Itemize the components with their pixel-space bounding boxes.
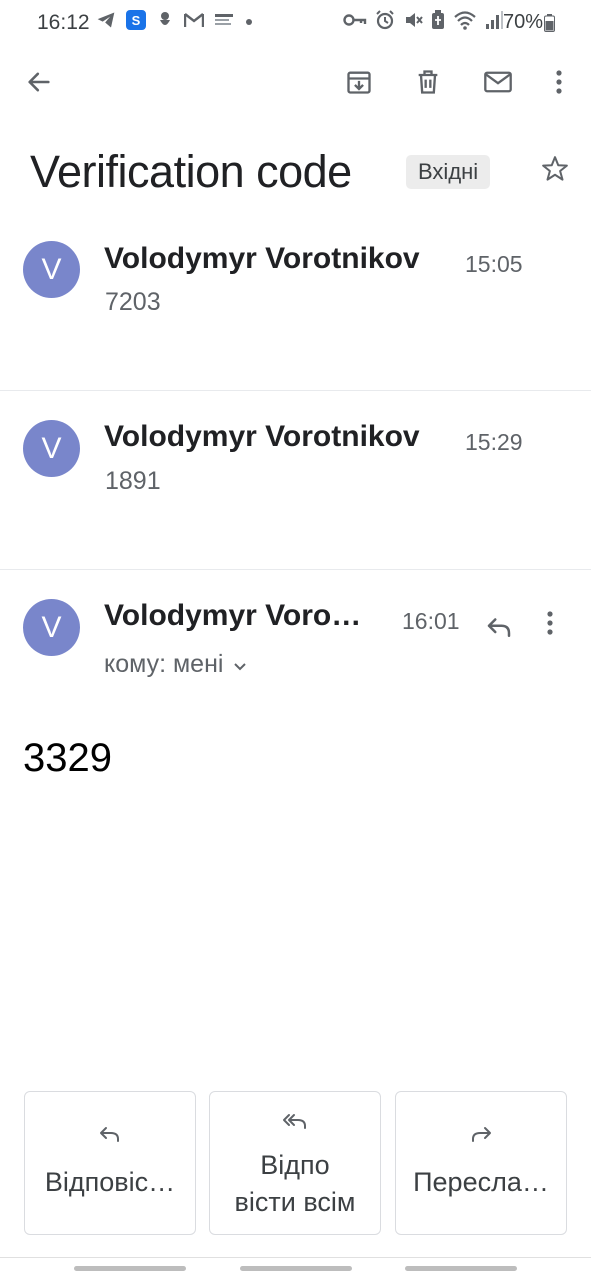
reply-icon bbox=[98, 1125, 122, 1152]
nav-recent-apps[interactable] bbox=[74, 1266, 186, 1271]
news-icon bbox=[214, 12, 234, 33]
more-vert-icon bbox=[555, 69, 563, 100]
email-subject: Verification code bbox=[30, 146, 352, 197]
battery-icon bbox=[544, 14, 555, 37]
status-time: 16:12 bbox=[37, 11, 90, 34]
expanded-message: V Volodymyr Voro… 16:01 bbox=[0, 570, 591, 1090]
reply-all-action-button[interactable]: Відпо вісти всім bbox=[209, 1091, 381, 1235]
status-bar: 16:12 S 70% bbox=[0, 0, 591, 46]
mark-unread-icon bbox=[483, 68, 513, 101]
message-snippet: 1891 bbox=[105, 467, 161, 495]
recipients-text: кому: мені bbox=[104, 650, 224, 678]
avatar[interactable]: V bbox=[23, 420, 80, 477]
battery-percent: 70% bbox=[502, 11, 543, 33]
reply-all-icon bbox=[281, 1112, 309, 1139]
toolbar bbox=[0, 52, 591, 118]
message-item[interactable]: V Volodymyr Vorotnikov 15:29 1891 bbox=[0, 391, 591, 569]
nav-back[interactable] bbox=[405, 1266, 517, 1271]
archive-button[interactable] bbox=[341, 66, 377, 102]
message-more-button[interactable] bbox=[546, 610, 554, 641]
more-vert-icon bbox=[546, 611, 554, 640]
archive-icon bbox=[345, 68, 373, 101]
chevron-down-icon bbox=[233, 650, 247, 679]
avatar[interactable]: V bbox=[23, 599, 80, 656]
message-time: 16:01 bbox=[402, 608, 460, 634]
delete-button[interactable] bbox=[410, 66, 446, 102]
more-options-button[interactable] bbox=[541, 66, 577, 102]
sender-name: Volodymyr Vorotnikov bbox=[104, 242, 420, 275]
message-snippet: 7203 bbox=[105, 288, 161, 316]
wifi-icon bbox=[453, 10, 477, 35]
message-item[interactable]: V Volodymyr Vorotnikov 15:05 7203 bbox=[0, 214, 591, 390]
message-body: 3329 bbox=[23, 736, 112, 780]
dot-icon bbox=[244, 14, 254, 32]
s-app-icon: S bbox=[126, 10, 146, 35]
delete-icon bbox=[414, 68, 442, 101]
telegram-icon bbox=[96, 10, 116, 35]
recipients-toggle[interactable]: кому: мені bbox=[104, 650, 247, 679]
back-button[interactable] bbox=[21, 66, 57, 102]
reply-action-button[interactable]: Відповіс… bbox=[24, 1091, 196, 1235]
forward-label: Пересла… bbox=[413, 1167, 549, 1197]
svg-text:S: S bbox=[132, 13, 141, 28]
sender-name: Volodymyr Vorotnikov bbox=[104, 420, 420, 453]
back-arrow-icon bbox=[25, 68, 53, 101]
avatar[interactable]: V bbox=[23, 241, 80, 298]
squid-icon bbox=[156, 10, 174, 35]
gmail-icon bbox=[183, 12, 205, 33]
nav-bar-divider bbox=[0, 1257, 591, 1258]
mute-icon bbox=[403, 10, 423, 35]
notification-icons: S bbox=[96, 10, 254, 35]
message-time: 15:29 bbox=[465, 429, 523, 455]
forward-action-button[interactable]: Пересла… bbox=[395, 1091, 567, 1235]
key-icon bbox=[343, 11, 367, 34]
sender-name[interactable]: Volodymyr Voro… bbox=[104, 599, 361, 633]
reply-label: Відповіс… bbox=[44, 1167, 176, 1197]
alarm-icon bbox=[375, 10, 395, 35]
reply-all-label-line1: Відпо bbox=[260, 1149, 330, 1180]
reply-button[interactable] bbox=[484, 612, 514, 647]
reply-all-label-line2: вісти всім bbox=[234, 1186, 356, 1217]
signal-icon bbox=[485, 10, 503, 35]
message-time: 15:05 bbox=[465, 251, 523, 277]
inbox-label-chip[interactable]: Вхідні bbox=[406, 155, 491, 189]
star-icon bbox=[540, 156, 570, 188]
message-actions: Відповіс… Відпо вісти всім Пересла… bbox=[0, 1091, 591, 1235]
nav-home[interactable] bbox=[240, 1266, 352, 1271]
mark-unread-button[interactable] bbox=[480, 66, 516, 102]
forward-icon bbox=[469, 1125, 493, 1152]
system-icons bbox=[343, 10, 503, 35]
reply-icon bbox=[484, 618, 514, 646]
star-button[interactable] bbox=[540, 154, 570, 189]
battery-saver-icon bbox=[431, 10, 445, 35]
